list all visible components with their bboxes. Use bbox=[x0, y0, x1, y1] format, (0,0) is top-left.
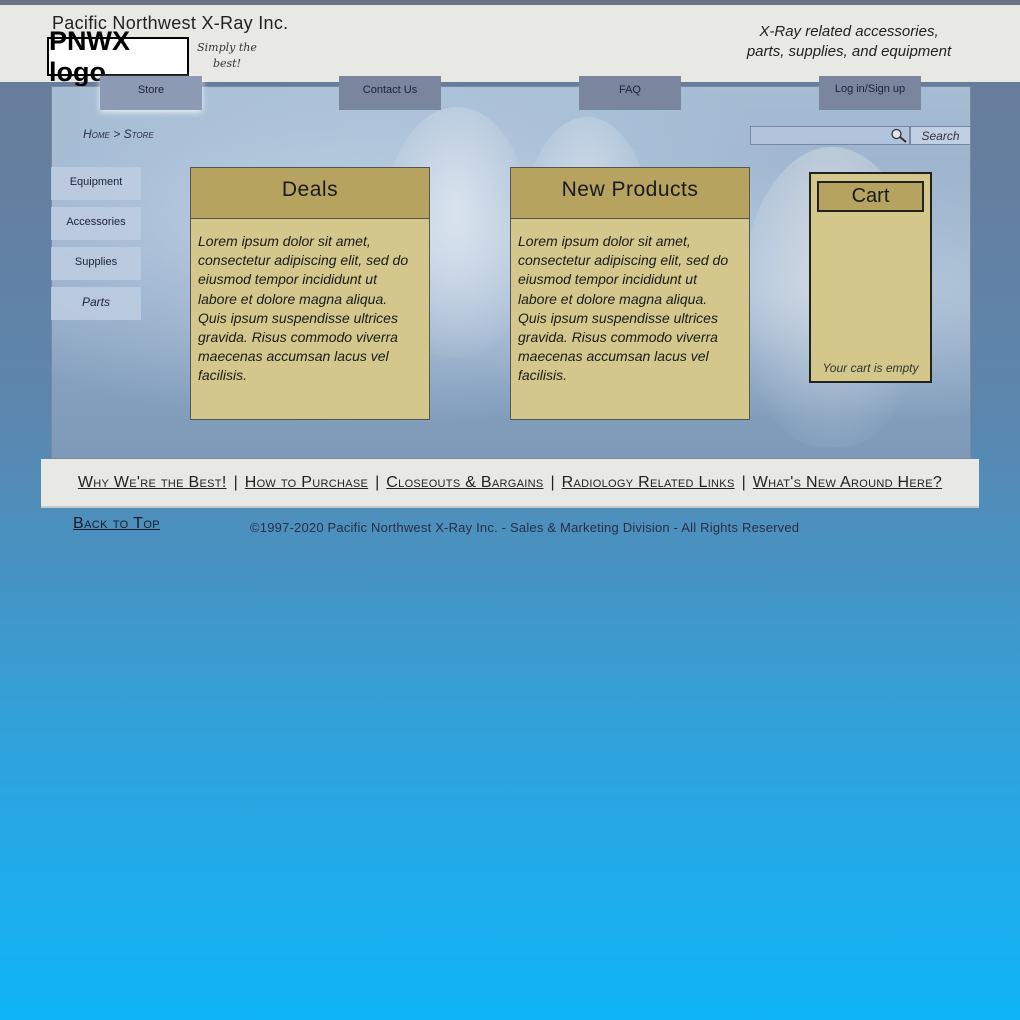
footer-separator: | bbox=[375, 473, 380, 491]
cart-widget: Cart Your cart is empty bbox=[809, 172, 932, 383]
footer-link-how-to-purchase[interactable]: How to Purchase bbox=[245, 474, 368, 492]
nav-faq-button[interactable]: FAQ bbox=[579, 76, 681, 110]
breadcrumb-home-link[interactable]: Home bbox=[83, 127, 110, 141]
nav-login-button[interactable]: Log in/Sign up bbox=[819, 76, 921, 110]
footer-link-why-best[interactable]: Why We're the Best! bbox=[78, 474, 227, 492]
sidebar-item-accessories[interactable]: Accessories bbox=[51, 207, 141, 240]
deals-title[interactable]: Deals bbox=[191, 168, 429, 219]
footer-separator: | bbox=[550, 473, 555, 491]
sidebar-item-equipment[interactable]: Equipment bbox=[51, 167, 141, 200]
copyright-text: ©1997-2020 Pacific Northwest X-Ray Inc. … bbox=[250, 520, 800, 535]
site-header: Pacific Northwest X-Ray Inc. PNWX logo S… bbox=[0, 5, 1020, 87]
breadcrumb-separator: > bbox=[113, 127, 121, 141]
sidebar-item-supplies[interactable]: Supplies bbox=[51, 247, 141, 280]
sidebar-item-parts[interactable]: Parts bbox=[51, 287, 141, 320]
footer-link-whats-new[interactable]: What's New Around Here? bbox=[753, 474, 942, 492]
footer-link-closeouts[interactable]: Closeouts & Bargains bbox=[386, 474, 543, 492]
search-icon bbox=[891, 128, 907, 143]
cart-empty-message: Your cart is empty bbox=[822, 361, 919, 375]
new-products-body: Lorem ipsum dolor sit amet, consectetur … bbox=[518, 233, 729, 384]
back-to-top-link[interactable]: Back to Top bbox=[73, 515, 160, 533]
search-button[interactable]: Search bbox=[910, 126, 971, 145]
breadcrumb-current: Store bbox=[123, 127, 154, 141]
tagline-line-1: X-Ray related accessories, bbox=[759, 23, 939, 40]
cart-title[interactable]: Cart bbox=[817, 181, 924, 212]
search-input[interactable] bbox=[750, 126, 910, 145]
deals-body: Lorem ipsum dolor sit amet, consectetur … bbox=[198, 233, 409, 384]
slogan: Simply the best! bbox=[197, 41, 257, 70]
footer-separator: | bbox=[233, 473, 238, 491]
site-logo[interactable]: PNWX logo bbox=[47, 26, 189, 87]
nav-store-button[interactable]: Store bbox=[100, 76, 202, 110]
new-products-title[interactable]: New Products bbox=[511, 168, 749, 219]
footer-link-radiology[interactable]: Radiology Related Links bbox=[562, 474, 735, 492]
nav-contact-button[interactable]: Contact Us bbox=[339, 76, 441, 110]
deals-panel: Deals Lorem ipsum dolor sit amet, consec… bbox=[190, 167, 430, 420]
breadcrumb: Home > Store bbox=[83, 127, 154, 141]
footer-links-bar: Why We're the Best! | How to Purchase | … bbox=[41, 459, 979, 508]
tagline-line-2: parts, supplies, and equipment bbox=[746, 43, 952, 60]
footer-separator: | bbox=[741, 473, 746, 491]
new-products-panel: New Products Lorem ipsum dolor sit amet,… bbox=[510, 167, 750, 420]
tagline: X-Ray related accessories, parts, suppli… bbox=[720, 22, 978, 62]
